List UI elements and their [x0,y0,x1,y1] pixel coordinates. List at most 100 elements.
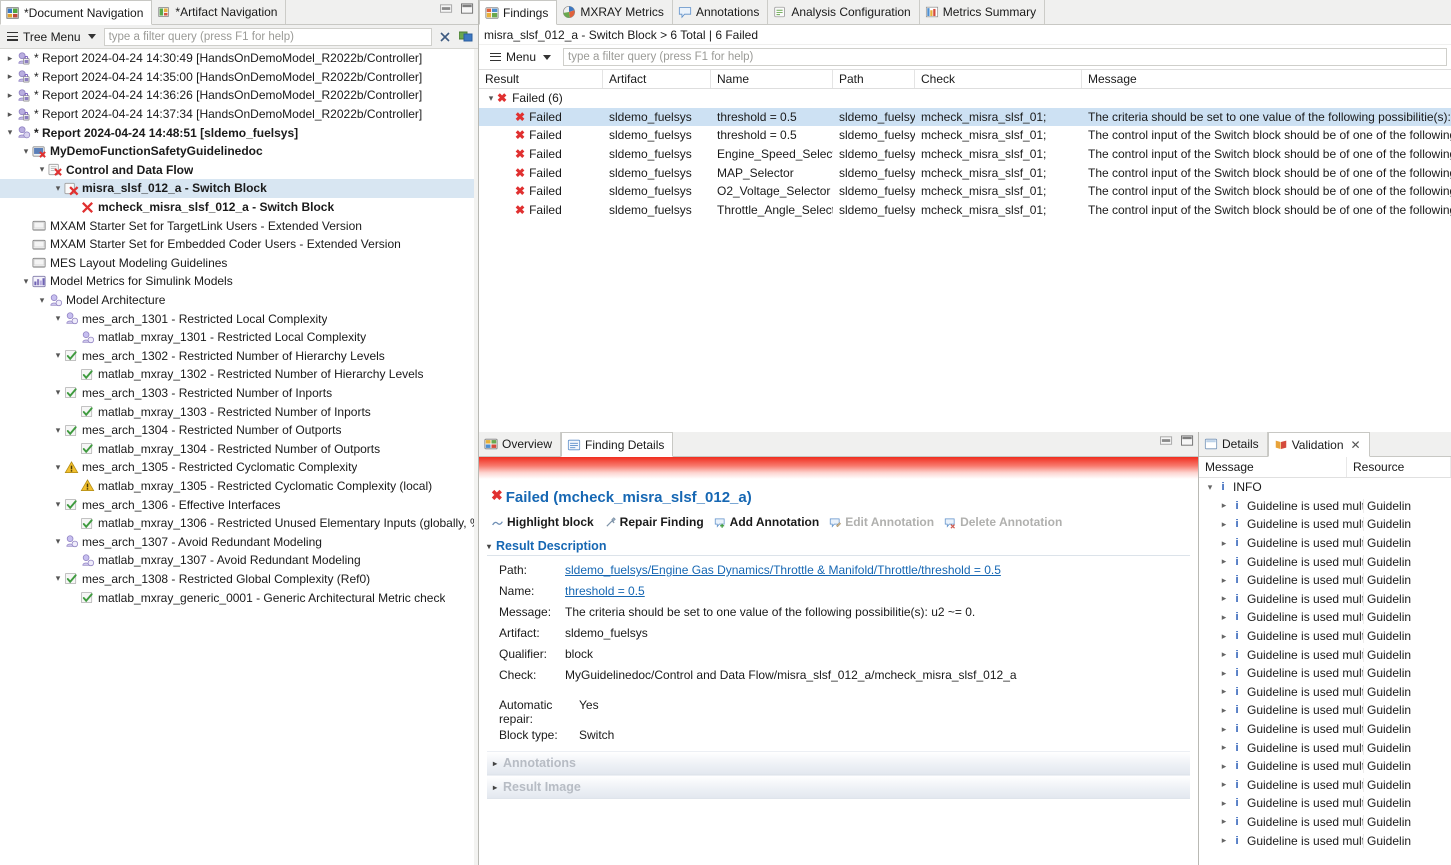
findings-table-body[interactable]: ▾ ✖ Failed (6) ✖ Failed sldemo_fuelsys thre… [479,89,1451,432]
tree-item[interactable]: matlab_mxray_1302 - Restricted Number of… [0,365,478,384]
tree-item[interactable]: matlab_mxray_1307 - Avoid Redundant Mode… [0,551,478,570]
tree-filter-input[interactable]: type a filter query (press F1 for help) [103,27,432,46]
column-header-result[interactable]: Result [479,70,603,88]
tree-item[interactable]: MXAM Starter Set for TargetLink Users - … [0,216,478,235]
chevron-collapsed-icon[interactable]: ▸ [1217,798,1231,809]
tree-item[interactable]: MXAM Starter Set for Embedded Coder User… [0,235,478,254]
findings-menu-button[interactable]: Menu [487,50,554,64]
tree-item[interactable]: matlab_mxray_1303 - Restricted Number of… [0,402,478,421]
chevron-collapsed-icon[interactable]: ▸ [493,759,497,768]
findings-row[interactable]: ✖ Failed sldemo_fuelsys threshold = 0.5 slde… [479,107,1451,127]
chevron-expanded-icon[interactable]: ▾ [52,314,64,323]
chevron-collapsed-icon[interactable]: ▸ [4,90,16,100]
validation-row[interactable]: ▸ i Guideline is used multiple tiGuidelin [1199,683,1451,702]
chevron-expanded-icon[interactable]: ▾ [485,93,497,104]
validation-row[interactable]: ▸ i Guideline is used multiple tiGuidelin [1199,534,1451,553]
chevron-collapsed-icon[interactable]: ▸ [1217,835,1231,846]
validation-row[interactable]: ▸ i Guideline is used multiple tiGuidelin [1199,776,1451,795]
validation-row[interactable]: ▸ i Guideline is used multiple tiGuidelin [1199,627,1451,646]
findings-row[interactable]: ✖ Failed sldemo_fuelsys threshold = 0.5 slde… [479,126,1451,145]
column-header-path[interactable]: Path [833,70,915,88]
validation-row[interactable]: ▸ i Guideline is used multiple tiGuidelin [1199,571,1451,590]
validation-row[interactable]: ▸ i Guideline is used multiple tiGuidelin [1199,794,1451,813]
chevron-collapsed-icon[interactable]: ▸ [1217,556,1231,567]
chevron-expanded-icon[interactable]: ▾ [1203,482,1217,493]
chevron-expanded-icon[interactable]: ▾ [20,276,32,286]
tree-item[interactable]: ▾ * Report 2024-04-24 14:48:51 [sldemo_fu… [0,123,478,142]
tree-item[interactable]: ▾ mes_arch_1305 - Restricted Cyclomatic C… [0,458,478,477]
maximize-icon[interactable] [461,3,474,15]
chevron-expanded-icon[interactable]: ▾ [52,183,64,193]
tree-item[interactable]: ▾ Control and Data Flow [0,161,478,180]
repair-finding-button[interactable]: Repair Finding [604,515,704,529]
detail-field-value[interactable]: sldemo_fuelsys/Engine Gas Dynamics/Throt… [565,563,1190,577]
tree-item[interactable]: matlab_mxray_1306 - Restricted Unused El… [0,514,478,533]
tree-item[interactable]: MES Layout Modeling Guidelines [0,254,478,273]
chevron-expanded-icon[interactable]: ▾ [52,574,64,583]
chevron-collapsed-icon[interactable]: ▸ [1217,668,1231,679]
chevron-collapsed-icon[interactable]: ▸ [1217,575,1231,586]
chevron-expanded-icon[interactable]: ▾ [52,462,64,472]
tab-document-navigation[interactable]: *Document Navigation [0,0,153,25]
clear-filter-button[interactable] [437,29,453,45]
tab-validation[interactable]: Validation ✕ [1267,432,1370,457]
tree-item[interactable]: matlab_mxray_1305 - Restricted Cyclomati… [0,477,478,496]
chevron-collapsed-icon[interactable]: ▸ [1217,593,1231,604]
tree-item[interactable]: ▾ mes_arch_1303 - Restricted Number of In… [0,384,478,403]
tree-menu-button[interactable]: Tree Menu [4,30,99,44]
tree-item[interactable]: ▸ * Report 2024-04-24 14:35:00 [HandsOnDe… [0,68,478,87]
annotations-section[interactable]: ▸ Annotations [487,751,1190,775]
tab-overview[interactable]: Overview [479,432,562,456]
tree-scrollbar[interactable] [474,49,478,865]
column-header-name[interactable]: Name [711,70,833,88]
findings-row[interactable]: ✖ Failed sldemo_fuelsys Throttle_Angle_Sele… [479,201,1451,220]
chevron-collapsed-icon[interactable]: ▸ [1217,779,1231,790]
tab-analysis-configuration[interactable]: Analysis Configuration [768,0,920,24]
tree-item[interactable]: ▾ mes_arch_1308 - Restricted Global Compl… [0,570,478,589]
validation-row[interactable]: ▸ i Guideline is used multiple tiGuidelin [1199,813,1451,832]
navigation-tree[interactable]: ▸ * Report 2024-04-24 14:30:49 [HandsOnDe… [0,49,478,865]
tab-findings[interactable]: Findings [479,0,558,25]
tree-item[interactable]: ▸ * Report 2024-04-24 14:30:49 [HandsOnDe… [0,49,478,68]
validation-row[interactable]: ▸ i Guideline is used multiple tiGuidelin [1199,831,1451,850]
result-image-section[interactable]: ▸ Result Image [487,775,1190,799]
tree-item[interactable]: ▾ MyDemoFunctionSafetyGuidelinedoc [0,142,478,161]
tree-item[interactable]: ▾ mes_arch_1307 - Avoid Redundant Modelin… [0,532,478,551]
tree-item[interactable]: matlab_mxray_1304 - Restricted Number of… [0,439,478,458]
chevron-expanded-icon[interactable]: ▾ [52,425,64,435]
validation-row[interactable]: ▸ i Guideline is used multiple tiGuidelin [1199,608,1451,627]
minimize-icon[interactable] [1160,435,1173,447]
link-with-editor-button[interactable] [458,29,474,45]
tree-item[interactable]: ▸ * Report 2024-04-24 14:36:26 [HandsOnDe… [0,86,478,105]
chevron-expanded-icon[interactable]: ▾ [36,165,48,174]
validation-row[interactable]: ▸ i Guideline is used multiple tiGuidelin [1199,757,1451,776]
chevron-collapsed-icon[interactable]: ▸ [1217,500,1231,511]
tree-item[interactable]: ▾ mes_arch_1304 - Restricted Number of Ou… [0,421,478,440]
chevron-expanded-icon[interactable]: ▾ [52,351,64,360]
result-description-header[interactable]: ▾ Result Description [487,539,1190,556]
tree-item[interactable]: matlab_mxray_generic_0001 - Generic Arch… [0,588,478,607]
chevron-expanded-icon[interactable]: ▾ [36,295,48,305]
chevron-collapsed-icon[interactable]: ▸ [493,783,497,792]
chevron-expanded-icon[interactable]: ▾ [487,542,491,551]
chevron-collapsed-icon[interactable]: ▸ [1217,724,1231,735]
validation-table-body[interactable]: ▾ i INFO ▸ i Guideline is used multiple ti… [1199,478,1451,865]
tab-details[interactable]: Details [1199,432,1268,456]
tree-item[interactable]: ▾ mes_arch_1301 - Restricted Local Comple… [0,309,478,328]
validation-row[interactable]: ▸ i Guideline is used multiple tiGuidelin [1199,720,1451,739]
tree-item[interactable]: mcheck_misra_slsf_012_a - Switch Block [0,198,478,217]
findings-filter-input[interactable]: type a filter query (press F1 for help) [563,48,1447,66]
tree-item[interactable]: ▾ mes_arch_1302 - Restricted Number of Hi… [0,347,478,366]
findings-row[interactable]: ✖ Failed sldemo_fuelsys O2_Voltage_Selector… [479,182,1451,201]
chevron-expanded-icon[interactable]: ▾ [52,388,64,397]
validation-row[interactable]: ▸ i Guideline is used multiple tiGuidelin [1199,552,1451,571]
validation-row[interactable]: ▸ i Guideline is used multiple tiGuidelin [1199,664,1451,683]
chevron-collapsed-icon[interactable]: ▸ [1217,538,1231,549]
findings-row[interactable]: ✖ Failed sldemo_fuelsys Engine_Speed_Select… [479,145,1451,164]
tree-item[interactable]: ▾ mes_arch_1306 - Effective Interfaces [0,495,478,514]
chevron-down-icon[interactable] [87,34,96,39]
add-annotation-button[interactable]: Add Annotation [714,515,819,529]
chevron-collapsed-icon[interactable]: ▸ [1217,631,1231,642]
tree-item[interactable]: ▾ Model Metrics for Simulink Models [0,272,478,291]
tab-artifact-navigation[interactable]: *Artifact Navigation [152,0,287,24]
